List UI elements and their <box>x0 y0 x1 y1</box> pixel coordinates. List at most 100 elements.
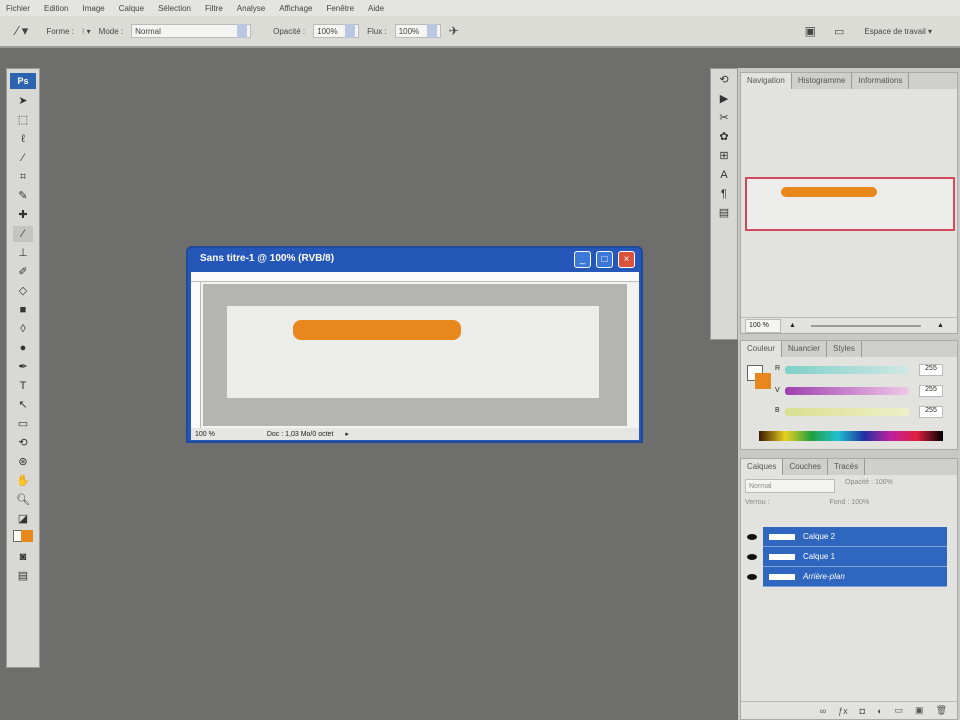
visibility-eye-icon[interactable] <box>747 574 757 580</box>
blend-mode-select[interactable]: Normal <box>745 479 835 493</box>
layer-style-icon[interactable]: ƒx <box>838 706 848 716</box>
bridge-icon[interactable]: ▣ <box>805 24 816 38</box>
zoom-out-icon[interactable]: ▲ <box>789 322 796 329</box>
path-select-icon[interactable]: ↖ <box>13 397 33 413</box>
layer-row[interactable]: Calque 1 <box>763 547 947 567</box>
menu-fenetre[interactable]: Fenêtre <box>326 4 354 13</box>
quick-mask-icon[interactable]: ◙ <box>13 549 33 565</box>
status-arrow-icon[interactable]: ▸ <box>345 430 349 438</box>
history-brush-icon[interactable]: ✐ <box>13 264 33 280</box>
menu-edition[interactable]: Edition <box>44 4 68 13</box>
crop-tool-icon[interactable]: ⌗ <box>13 169 33 185</box>
channel-r-slider[interactable] <box>785 366 909 374</box>
lasso-tool-icon[interactable]: ℓ <box>13 131 33 147</box>
tab-layers[interactable]: Calques <box>741 459 784 475</box>
layer-mask-icon[interactable]: ◘ <box>860 706 865 716</box>
zoom-slider[interactable] <box>811 325 921 327</box>
tab-navigation[interactable]: Navigation <box>741 73 792 89</box>
channel-r-label: R <box>775 365 781 372</box>
brush-tool-icon[interactable]: ⁄ ▾ <box>16 23 28 39</box>
3d-tool-icon[interactable]: ⟲ <box>13 435 33 451</box>
delete-layer-icon[interactable]: 🗑︎ <box>936 705 947 716</box>
color-swatches[interactable] <box>13 530 33 546</box>
menu-selection[interactable]: Sélection <box>158 4 191 13</box>
layer-row[interactable]: Calque 2 <box>763 527 947 547</box>
workspace-menu[interactable]: Espace de travail ▾ <box>864 27 932 36</box>
3d-camera-icon[interactable]: ⊛ <box>13 454 33 470</box>
mode-select[interactable]: Normal <box>131 24 252 38</box>
brush-picker[interactable]: ⁝ ▾ <box>82 27 91 36</box>
blur-tool-icon[interactable]: ◊ <box>13 321 33 337</box>
channel-r-value[interactable]: 255 <box>919 364 943 376</box>
tab-histogram[interactable]: Histogramme <box>792 73 853 89</box>
background-color[interactable] <box>755 373 771 389</box>
hand-tool-icon[interactable]: ✋ <box>13 473 33 489</box>
brushes-icon[interactable]: ✿ <box>714 129 734 145</box>
color-spectrum[interactable] <box>759 431 943 441</box>
orange-bar-shape[interactable] <box>293 320 461 340</box>
tab-styles[interactable]: Styles <box>827 341 862 357</box>
zoom-level[interactable]: 100 % <box>195 431 215 438</box>
menu-filtre[interactable]: Filtre <box>205 4 223 13</box>
menu-aide[interactable]: Aide <box>368 4 384 13</box>
new-layer-icon[interactable]: ▣ <box>915 705 924 716</box>
character-icon[interactable]: A <box>714 167 734 183</box>
brush-tool-icon[interactable]: ⁄ <box>13 226 33 242</box>
visibility-eye-icon[interactable] <box>747 554 757 560</box>
tab-color[interactable]: Couleur <box>741 341 783 357</box>
eyedropper-icon[interactable]: ✎ <box>13 188 33 204</box>
history-icon[interactable]: ⟲ <box>714 72 734 88</box>
airbrush-icon[interactable]: ✈ <box>449 24 459 38</box>
shape-tool-icon[interactable]: ▭ <box>13 416 33 432</box>
menu-fichier[interactable]: Fichier <box>6 4 30 13</box>
tab-paths[interactable]: Tracés <box>828 459 866 475</box>
minimize-button[interactable]: _ <box>574 251 591 268</box>
opacity-field[interactable]: 100% <box>313 24 360 38</box>
layer-opacity[interactable]: Opacité : 100% <box>845 479 893 493</box>
link-layers-icon[interactable]: ∞ <box>820 706 826 716</box>
tab-channels[interactable]: Couches <box>783 459 828 475</box>
zoom-in-icon[interactable]: ▲ <box>937 322 944 329</box>
magic-wand-icon[interactable]: ⁄ <box>13 150 33 166</box>
dodge-tool-icon[interactable]: ● <box>13 340 33 356</box>
tab-swatches[interactable]: Nuancier <box>782 341 828 357</box>
layer-fill[interactable]: Fond : 100% <box>830 499 870 506</box>
menu-image[interactable]: Image <box>82 4 104 13</box>
visibility-eye-icon[interactable] <box>747 534 757 540</box>
type-tool-icon[interactable]: T <box>13 378 33 394</box>
paragraph-icon[interactable]: ¶ <box>714 186 734 202</box>
channel-b-slider[interactable] <box>785 408 909 416</box>
marquee-tool-icon[interactable]: ⬚ <box>13 112 33 128</box>
tab-info[interactable]: Informations <box>852 73 910 89</box>
clone-source-icon[interactable]: ⊞ <box>714 148 734 164</box>
new-group-icon[interactable]: ▭ <box>895 705 904 716</box>
canvas-pasteboard[interactable] <box>203 284 627 426</box>
navigator-zoom-field[interactable]: 100 % <box>745 318 781 333</box>
screen-mode-icon[interactable]: ▤ <box>13 568 33 584</box>
tools-presets-icon[interactable]: ✂ <box>714 110 734 126</box>
channel-g-value[interactable]: 255 <box>919 385 943 397</box>
swap-colors-icon[interactable]: ◪ <box>13 511 33 527</box>
close-button[interactable]: × <box>618 251 635 268</box>
menu-affichage[interactable]: Affichage <box>279 4 312 13</box>
menu-calque[interactable]: Calque <box>119 4 144 13</box>
channel-b-value[interactable]: 255 <box>919 406 943 418</box>
actions-icon[interactable]: ▶ <box>714 91 734 107</box>
screen-mode-icon[interactable]: ▭ <box>834 25 844 38</box>
eraser-icon[interactable]: ◇ <box>13 283 33 299</box>
channel-g-slider[interactable] <box>785 387 909 395</box>
stamp-tool-icon[interactable]: ⊥ <box>13 245 33 261</box>
move-tool-icon[interactable]: ➤ <box>13 93 33 109</box>
zoom-tool-icon[interactable]: 🔍︎ <box>13 492 33 508</box>
notes-icon[interactable]: ▤ <box>714 205 734 221</box>
healing-brush-icon[interactable]: ✚ <box>13 207 33 223</box>
pen-tool-icon[interactable]: ✒ <box>13 359 33 375</box>
navigator-view-box[interactable] <box>745 177 955 231</box>
menu-analyse[interactable]: Analyse <box>237 4 265 13</box>
adjustment-layer-icon[interactable]: ◐ <box>877 706 882 716</box>
flux-field[interactable]: 100% <box>394 24 441 38</box>
maximize-button[interactable]: □ <box>596 251 613 268</box>
gradient-tool-icon[interactable]: ■ <box>13 302 33 318</box>
layer-row[interactable]: Arrière-plan <box>763 567 947 587</box>
canvas[interactable] <box>227 306 599 398</box>
